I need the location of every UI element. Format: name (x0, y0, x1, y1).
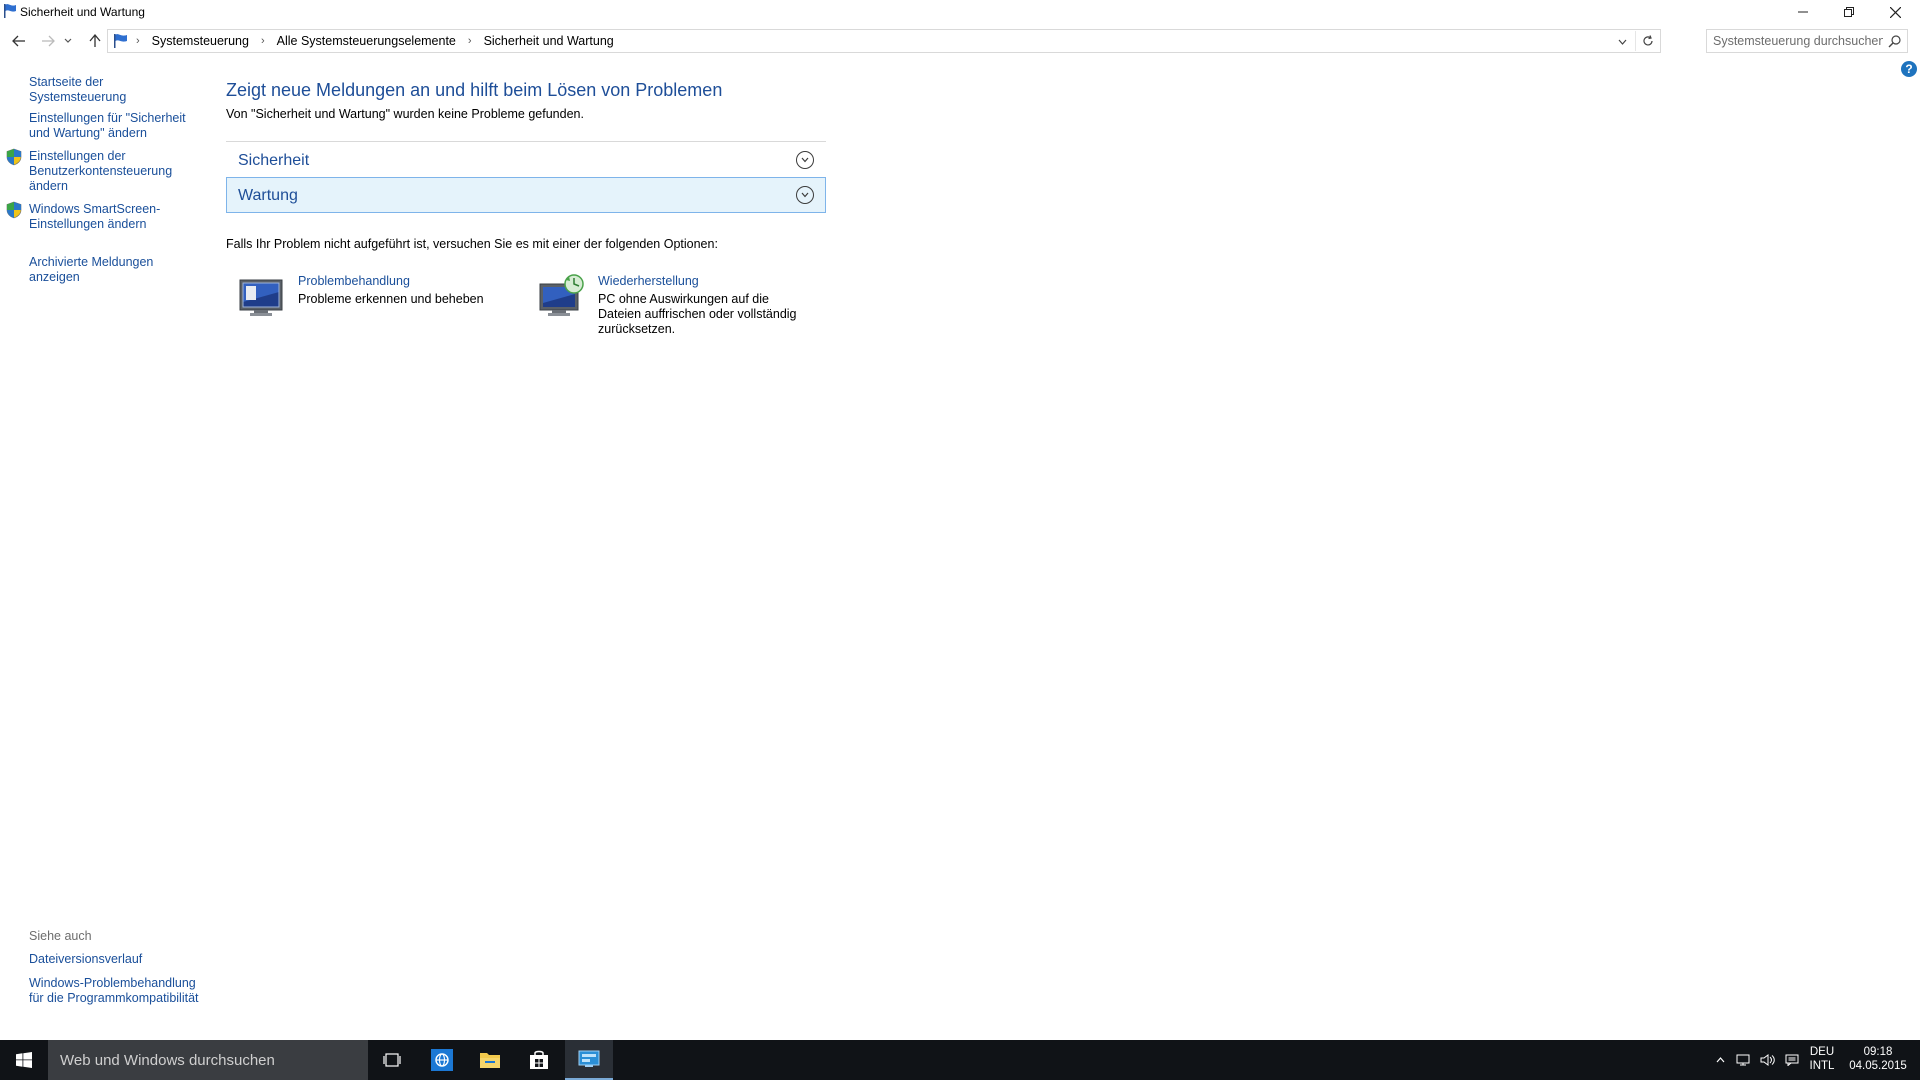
file-explorer-icon (480, 1053, 500, 1068)
left-navigation-pane: Startseite der Systemsteuerung Einstellu… (0, 56, 215, 1036)
back-button[interactable] (8, 30, 30, 52)
clock-time: 09:18 (1863, 1046, 1893, 1058)
file-explorer-button[interactable] (466, 1040, 514, 1080)
search-input[interactable] (1713, 33, 1883, 49)
option-description: Probleme erkennen und beheben (298, 292, 484, 306)
link-file-history[interactable]: Dateiversionsverlauf (29, 952, 199, 967)
expand-chevron-icon[interactable] (796, 151, 814, 169)
link-program-compatibility-troubleshooter[interactable]: Windows-Problembehandlung für die Progra… (29, 976, 199, 1006)
store-icon (530, 1050, 548, 1069)
restore-icon (1844, 7, 1854, 17)
task-view-button[interactable] (368, 1040, 416, 1080)
windows-logo-icon (16, 1052, 32, 1068)
minimize-icon (1798, 11, 1808, 13)
restore-button[interactable] (1826, 0, 1872, 24)
recent-locations-button[interactable] (61, 30, 75, 52)
breadcrumb-item-alle-elemente[interactable]: Alle Systemsteuerungselemente (275, 34, 458, 48)
section-label: Wartung (238, 187, 298, 204)
search-icon[interactable] (1888, 34, 1902, 48)
section-label: Sicherheit (238, 152, 310, 169)
edge-browser-icon (431, 1049, 453, 1071)
notification-icon (1785, 1054, 1799, 1066)
option-title[interactable]: Wiederherstellung (598, 274, 699, 288)
clock-date: 04.05.2015 (1849, 1060, 1907, 1072)
address-bar[interactable]: › Systemsteuerung › Alle Systemsteuerung… (107, 29, 1661, 53)
breadcrumb: › Systemsteuerung › Alle Systemsteuerung… (132, 30, 616, 52)
system-clock[interactable]: 09:18 04.05.2015 (1846, 1045, 1910, 1073)
breadcrumb-separator-icon[interactable]: › (136, 35, 140, 47)
control-panel-icon (578, 1050, 600, 1067)
uac-shield-icon (6, 201, 22, 219)
link-smartscreen-settings[interactable]: Windows SmartScreen-Einstellungen ändern (29, 202, 199, 232)
language-code: DEU (1809, 1046, 1835, 1058)
taskbar: DEU INTL 09:18 04.05.2015 (0, 1040, 1920, 1080)
volume-button[interactable] (1756, 1040, 1778, 1080)
refresh-button[interactable] (1635, 31, 1659, 51)
breadcrumb-separator-icon[interactable]: › (261, 35, 265, 47)
security-flag-icon (4, 4, 16, 18)
close-icon (1889, 6, 1901, 18)
network-button[interactable] (1733, 1040, 1753, 1080)
forward-arrow-icon (42, 35, 55, 47)
action-center-button[interactable] (1781, 1040, 1803, 1080)
option-title[interactable]: Problembehandlung (298, 274, 410, 288)
link-uac-settings[interactable]: Einstellungen der Benutzerkontensteuerun… (29, 149, 199, 194)
chevron-up-icon (1716, 1057, 1724, 1063)
close-button[interactable] (1872, 0, 1918, 24)
input-language-indicator[interactable]: DEU INTL (1808, 1045, 1836, 1073)
store-button[interactable] (515, 1040, 563, 1080)
show-hidden-icons-button[interactable] (1710, 1040, 1730, 1080)
page-title: Zeigt neue Meldungen an und hilft beim L… (226, 80, 723, 100)
section-wartung[interactable]: Wartung (226, 177, 826, 213)
see-also-heading: Siehe auch (29, 929, 92, 943)
breadcrumb-item-sicherheit-wartung[interactable]: Sicherheit und Wartung (482, 34, 616, 48)
address-dropdown-button[interactable] (1613, 33, 1631, 51)
options-intro: Falls Ihr Problem nicht aufgeführt ist, … (226, 237, 718, 251)
chevron-down-icon (64, 38, 72, 43)
chevron-down-icon (1618, 39, 1626, 45)
refresh-icon (1642, 35, 1653, 46)
section-sicherheit[interactable]: Sicherheit (226, 141, 826, 177)
back-arrow-icon (12, 35, 25, 47)
navigation-bar: › Systemsteuerung › Alle Systemsteuerung… (0, 26, 1920, 56)
forward-button[interactable] (37, 30, 59, 52)
link-archived-messages[interactable]: Archivierte Meldungen anzeigen (29, 255, 199, 285)
uac-shield-icon (6, 148, 22, 166)
window-title: Sicherheit und Wartung (20, 5, 145, 19)
minimize-button[interactable] (1780, 0, 1826, 24)
help-icon[interactable]: ? (1901, 61, 1917, 77)
keyboard-layout: INTL (1809, 1060, 1835, 1072)
expand-chevron-icon[interactable] (796, 186, 814, 204)
taskbar-search-box[interactable] (48, 1040, 368, 1080)
recovery-icon (539, 274, 584, 316)
link-control-panel-home[interactable]: Startseite der Systemsteuerung (29, 75, 199, 105)
title-bar: Sicherheit und Wartung (0, 0, 1920, 24)
breadcrumb-item-systemsteuerung[interactable]: Systemsteuerung (150, 34, 251, 48)
security-flag-icon (114, 34, 127, 48)
browser-button[interactable] (418, 1040, 466, 1080)
status-message: Von "Sicherheit und Wartung" wurden kein… (226, 107, 584, 121)
start-button[interactable] (0, 1040, 48, 1080)
option-description: PC ohne Auswirkungen auf die Dateien auf… (598, 292, 797, 336)
troubleshooting-icon (239, 279, 283, 316)
up-arrow-icon (89, 34, 101, 47)
network-icon (1736, 1054, 1750, 1066)
task-view-icon (383, 1053, 401, 1067)
speaker-icon (1760, 1054, 1775, 1066)
link-change-security-maintenance-settings[interactable]: Einstellungen für "Sicherheit und Wartun… (29, 111, 199, 141)
taskbar-search-input[interactable] (60, 1051, 350, 1069)
breadcrumb-separator-icon[interactable]: › (468, 35, 472, 47)
up-button[interactable] (84, 30, 106, 52)
control-panel-button[interactable] (565, 1040, 613, 1080)
search-box[interactable] (1706, 29, 1908, 53)
